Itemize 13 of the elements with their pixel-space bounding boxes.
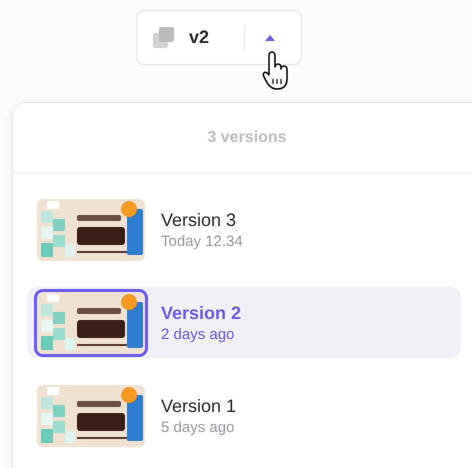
copy-icon <box>153 26 175 48</box>
panel-heading: 3 versions <box>207 128 287 148</box>
version-title: Version 1 <box>161 394 236 418</box>
version-time: 5 days ago <box>161 418 236 438</box>
version-item[interactable]: Version 2 2 days ago <box>27 287 461 358</box>
version-time: 2 days ago <box>161 324 236 344</box>
version-item[interactable]: Version 3 Today 12.34 <box>27 194 461 265</box>
version-item[interactable]: Version 1 5 days ago <box>27 380 461 451</box>
version-time: Today 12.34 <box>161 232 243 252</box>
version-label: v2 <box>189 26 210 49</box>
hand-cursor-icon <box>261 51 291 91</box>
version-title: Version 3 <box>161 208 238 232</box>
version-title: Version 2 <box>161 302 242 324</box>
